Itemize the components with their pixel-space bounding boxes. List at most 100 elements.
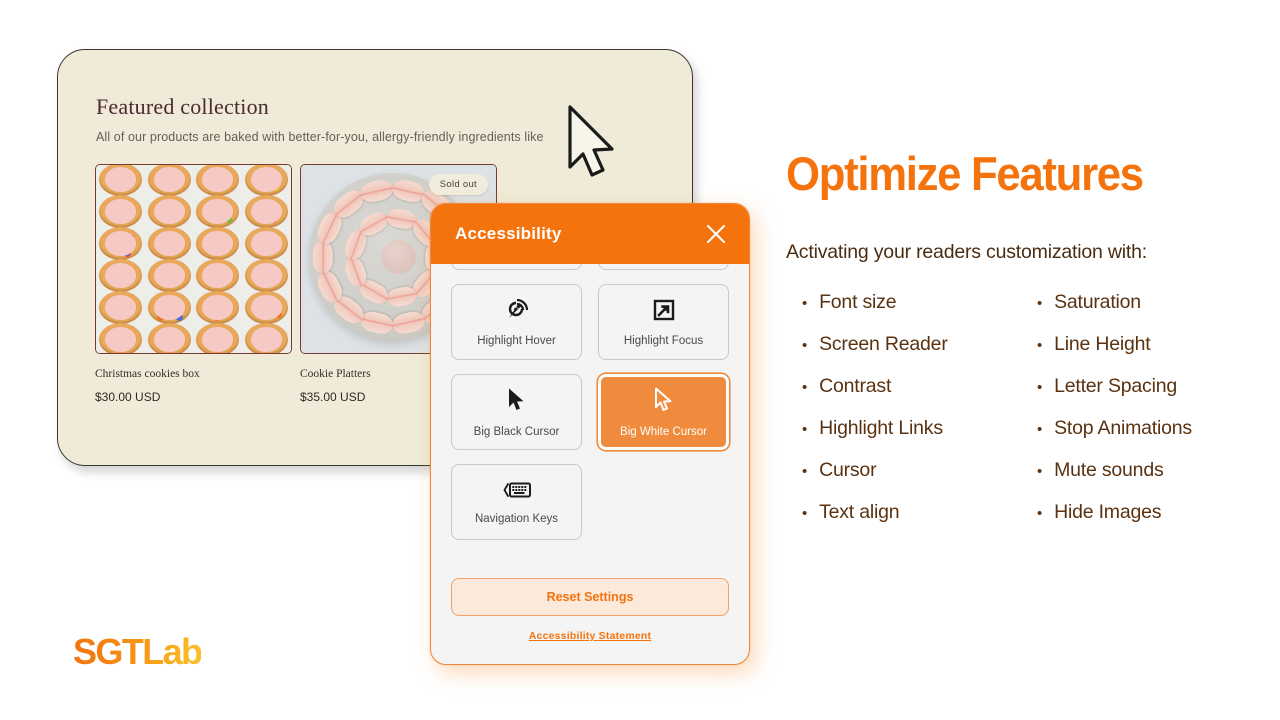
feature-bullet-label: Hide Images xyxy=(1054,492,1161,532)
black-cursor-icon xyxy=(506,387,528,418)
fruit-dot xyxy=(176,314,183,321)
fruit-dot xyxy=(220,336,223,339)
fruit-dot xyxy=(272,303,278,309)
fruit-dot xyxy=(162,180,166,184)
product-image-christmas-cookies-box[interactable] xyxy=(95,164,292,354)
fruit-tart-grid-image xyxy=(96,165,291,353)
bullet-dot-icon: • xyxy=(802,326,807,366)
fruit-dot xyxy=(268,205,274,211)
bullet-dot-icon: • xyxy=(1037,494,1042,534)
featured-collection-subheading: All of our products are baked with bette… xyxy=(96,130,544,144)
highlight-hover-icon xyxy=(505,298,529,327)
feature-bullet: • Highlight Links xyxy=(786,408,1021,450)
tart-shape xyxy=(196,195,239,228)
feature-list-left: • Font size • Screen Reader • Contrast • Highli… xyxy=(786,282,1021,534)
fruit-dot xyxy=(119,306,124,311)
tart-shape xyxy=(245,323,288,354)
fruit-dot xyxy=(158,275,165,282)
fruit-dot xyxy=(110,236,115,241)
fruit-dot xyxy=(169,242,175,248)
fruit-dot xyxy=(214,185,218,189)
fruit-dot xyxy=(227,241,231,245)
feature-bullet-label: Screen Reader xyxy=(819,324,948,364)
fruit-dot xyxy=(118,333,123,338)
accessibility-panel-header: Accessibility xyxy=(431,204,749,264)
fruit-dot xyxy=(223,281,229,287)
tart-shape xyxy=(245,291,288,324)
fruit-dot xyxy=(173,344,177,348)
fruit-dot xyxy=(116,214,123,221)
fruit-dot xyxy=(271,309,278,316)
fruit-dot xyxy=(169,217,173,221)
feature-bullet-label: Stop Animations xyxy=(1054,408,1192,448)
product-card-1[interactable]: Christmas cookies box $30.00 USD xyxy=(95,164,292,404)
fruit-dot xyxy=(213,314,220,321)
tart-shape xyxy=(99,323,142,354)
fruit-dot xyxy=(267,310,270,313)
tart-shape xyxy=(99,195,142,228)
feature-bullet: • Screen Reader xyxy=(786,324,1021,366)
fruit-dot xyxy=(160,339,164,343)
bullet-dot-icon: • xyxy=(802,494,807,534)
fruit-dot xyxy=(264,249,270,255)
tile-big-white-cursor[interactable]: Big White Cursor xyxy=(598,374,729,450)
feature-bullet: • Contrast xyxy=(786,366,1021,408)
fruit-dot xyxy=(222,172,227,177)
tile-highlight-hover[interactable]: Highlight Hover xyxy=(451,284,582,360)
tile-highlight-focus[interactable]: Highlight Focus xyxy=(598,284,729,360)
feature-bullet-label: Text align xyxy=(819,492,899,532)
product-price: $30.00 USD xyxy=(95,390,292,404)
tart-shape xyxy=(196,227,239,260)
feature-bullet: • Letter Spacing xyxy=(1021,366,1256,408)
fruit-dot xyxy=(177,304,183,310)
fruit-dot xyxy=(223,180,227,184)
bullet-dot-icon: • xyxy=(802,368,807,408)
fruit-dot xyxy=(219,203,223,207)
bullet-dot-icon: • xyxy=(1037,410,1042,450)
fruit-dot xyxy=(265,281,270,286)
sold-out-badge: Sold out xyxy=(429,174,488,195)
feature-bullet-label: Highlight Links xyxy=(819,408,943,448)
fruit-dot xyxy=(163,234,167,238)
tile-label: Highlight Hover xyxy=(477,335,556,347)
tart-shape xyxy=(245,164,288,196)
fruit-dot xyxy=(159,279,165,285)
bullet-dot-icon: • xyxy=(1037,452,1042,492)
tart-shape xyxy=(148,291,191,324)
fruit-dot xyxy=(161,218,164,221)
fruit-dot xyxy=(125,274,132,281)
tile-label: Big White Cursor xyxy=(620,426,707,438)
fruit-dot xyxy=(112,204,119,211)
fruit-dot xyxy=(128,175,133,180)
feature-bullet: • Font size xyxy=(786,282,1021,324)
tart-shape xyxy=(148,195,191,228)
fruit-dot xyxy=(226,337,229,340)
feature-bullet-label: Cursor xyxy=(819,450,876,490)
fruit-dot xyxy=(217,238,220,241)
bullet-dot-icon: • xyxy=(802,410,807,450)
reset-settings-button[interactable]: Reset Settings xyxy=(451,578,729,616)
feature-list-right: • Saturation • Line Height • Letter Spacing • S… xyxy=(1021,282,1256,534)
feature-bullet: • Stop Animations xyxy=(1021,408,1256,450)
fruit-dot xyxy=(268,245,273,250)
white-cursor-icon xyxy=(653,387,675,418)
fruit-dot xyxy=(266,279,269,282)
big-white-cursor-pointer xyxy=(566,104,622,187)
fruit-dot xyxy=(169,247,173,251)
tart-shape xyxy=(245,227,288,260)
fruit-dot xyxy=(222,310,228,316)
fruit-dot xyxy=(164,269,168,273)
fruit-dot xyxy=(220,309,224,313)
fruit-dot xyxy=(273,278,279,284)
fruit-dot xyxy=(268,248,271,251)
feature-bullet-label: Line Height xyxy=(1054,324,1150,364)
fruit-dot xyxy=(110,276,116,282)
tile-navigation-keys[interactable]: Navigation Keys xyxy=(451,464,582,540)
tart-shape xyxy=(148,323,191,354)
fruit-dot xyxy=(259,181,265,187)
fruit-dot xyxy=(129,302,136,309)
accessibility-statement-link[interactable]: Accessibility Statement xyxy=(431,630,749,642)
plate-center xyxy=(381,240,416,274)
close-icon[interactable] xyxy=(703,221,729,247)
tile-big-black-cursor[interactable]: Big Black Cursor xyxy=(451,374,582,450)
